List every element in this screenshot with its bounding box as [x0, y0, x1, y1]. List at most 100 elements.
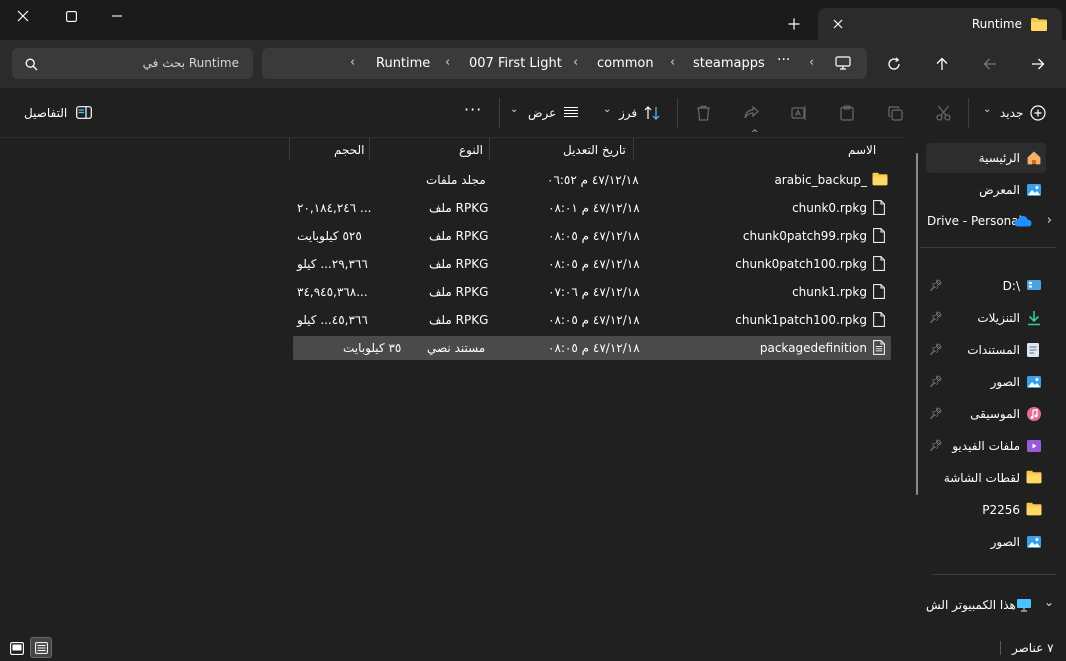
nav-item-gallery[interactable]: المعرض	[926, 175, 1046, 205]
nav-item-music[interactable]: 📌︎ الموسيقى	[926, 399, 1046, 429]
breadcrumb-item[interactable]: 007 First Light	[469, 56, 562, 71]
column-divider[interactable]	[633, 137, 634, 161]
nav-divider	[932, 574, 1056, 575]
file-type: ملف RPKG	[429, 257, 489, 271]
refresh-icon	[888, 57, 900, 70]
pictures-icon	[1026, 374, 1042, 390]
delete-button[interactable]	[692, 102, 714, 124]
search-icon	[24, 57, 38, 71]
chevron-down-icon[interactable]: ⌄	[1044, 595, 1054, 609]
minimize-icon	[112, 15, 122, 17]
details-button[interactable]: التفاصيل	[24, 106, 67, 120]
file-size: ٢٠,١٨٤,٢٤٦ ...	[297, 201, 372, 215]
nav-label: الصور	[990, 535, 1020, 549]
table-row[interactable]: ٣٤,٩٤٥,٣٦٨... ملف RPKG ٤٧/١٢/١٨ م ٠٧:٠٦ …	[293, 280, 891, 304]
table-row-selected[interactable]: ٣٥ كيلوبايت مستند نصي ٤٧/١٢/١٨ م ٠٨:٠٥ p…	[293, 336, 891, 360]
address-bar[interactable]: ‹ Runtime ‹ 007 First Light ‹ common ‹ s…	[262, 48, 867, 79]
file-name: arabic_backup_	[774, 173, 867, 187]
share-button[interactable]	[740, 102, 762, 124]
column-header-name[interactable]: الاسم	[848, 143, 876, 157]
search-box[interactable]: بحث في Runtime	[12, 48, 253, 79]
nav-item-pictures[interactable]: 📌︎ الصور	[926, 367, 1046, 397]
arrow-up-icon	[936, 57, 948, 70]
nav-label: Drive - Personal	[927, 214, 1022, 228]
forward-button[interactable]	[978, 54, 1002, 74]
more-breadcrumbs-icon[interactable]: ···	[777, 52, 790, 68]
table-row[interactable]: ٤٥,٣٦٦... كيلو ملف RPKG ٤٧/١٢/١٨ م ٠٨:٠٥…	[293, 308, 891, 332]
chevron-left-icon: ‹	[445, 55, 451, 70]
breadcrumb-item[interactable]: common	[597, 56, 654, 71]
navigation-pane: الرئيسية المعرض Drive - Personal › 📌︎ D:…	[906, 137, 1066, 635]
file-date: ٤٧/١٢/١٨ م ٠٦:٥٢	[547, 173, 639, 187]
file-size: ٥٢٥ كيلوبايت	[297, 229, 362, 243]
add-circle-icon	[1029, 104, 1047, 122]
nav-item-home[interactable]: الرئيسية	[926, 143, 1046, 173]
file-name: chunk0.rpkg	[792, 201, 867, 215]
column-divider[interactable]	[289, 137, 290, 161]
nav-scrollbar[interactable]	[916, 153, 918, 495]
more-options-button[interactable]: ···	[464, 100, 482, 119]
rename-button[interactable]	[788, 102, 810, 124]
table-row[interactable]: ٢٠,١٨٤,٢٤٦ ... ملف RPKG ٤٧/١٢/١٨ م ٠٨:٠١…	[293, 196, 891, 220]
table-row[interactable]: ٥٢٥ كيلوبايت ملف RPKG ٤٧/١٢/١٨ م ٠٨:٠٥ c…	[293, 224, 891, 248]
view-button[interactable]: ⌄ عرض	[510, 98, 590, 128]
nav-item-downloads[interactable]: 📌︎ التنزيلات	[926, 303, 1046, 333]
maximize-icon	[65, 10, 77, 22]
pin-icon: 📌︎	[929, 311, 943, 324]
new-button[interactable]: ⌄ جديد	[983, 98, 1049, 128]
nav-label: المستندات	[967, 343, 1020, 357]
chevron-right-icon[interactable]: ›	[1047, 213, 1052, 228]
paste-icon	[840, 105, 854, 121]
breadcrumb-item[interactable]: Runtime	[376, 56, 430, 71]
status-divider	[1000, 641, 1001, 655]
nav-item-pictures-2[interactable]: الصور	[926, 527, 1046, 557]
nav-item-this-pc[interactable]: هذا الكمبيوتر الش ⌄	[906, 591, 1066, 621]
sort-label: فرز	[619, 106, 638, 120]
minimize-window-button[interactable]	[102, 6, 132, 26]
column-header-size[interactable]: الحجم	[334, 143, 364, 157]
search-placeholder: بحث في Runtime	[142, 56, 239, 70]
monitor-icon[interactable]	[834, 55, 852, 71]
breadcrumb-item[interactable]: steamapps	[693, 56, 765, 71]
file-size: ٣٤,٩٤٥,٣٦٨...	[297, 285, 368, 299]
column-divider[interactable]	[369, 137, 370, 161]
column-header-date[interactable]: تاريخ التعديل	[563, 143, 626, 157]
nav-item-p2256[interactable]: P2256	[926, 495, 1046, 525]
copy-button[interactable]	[884, 102, 906, 124]
chevron-down-icon: ⌄	[603, 104, 612, 115]
chevron-left-icon: ‹	[573, 55, 579, 70]
pin-icon: 📌︎	[929, 279, 943, 292]
file-icon	[873, 256, 887, 272]
tab-runtime[interactable]: Runtime	[818, 8, 1062, 40]
nav-label: D:\	[1002, 279, 1020, 293]
close-window-button[interactable]	[8, 6, 38, 26]
sort-button[interactable]: ⌄ فرز	[603, 98, 667, 128]
nav-item-drive-d[interactable]: 📌︎ D:\	[926, 271, 1046, 301]
cut-button[interactable]	[932, 102, 954, 124]
sort-ascending-icon: ^	[751, 129, 759, 139]
chevron-left-icon[interactable]: ‹	[809, 55, 814, 70]
file-date: ٤٧/١٢/١٨ م ٠٨:٠٥	[548, 341, 640, 355]
column-header-type[interactable]: النوع	[459, 143, 483, 157]
paste-button[interactable]	[836, 102, 858, 124]
copy-icon	[887, 105, 903, 121]
details-pane-icon[interactable]	[75, 104, 93, 120]
refresh-button[interactable]	[882, 54, 906, 74]
up-button[interactable]	[930, 54, 954, 74]
file-date: ٤٧/١٢/١٨ م ٠٨:٠٥	[548, 313, 640, 327]
nav-item-documents[interactable]: 📌︎ المستندات	[926, 335, 1046, 365]
back-button[interactable]	[1026, 54, 1050, 74]
column-divider[interactable]	[489, 137, 490, 161]
list-view-toggle[interactable]	[30, 637, 52, 658]
maximize-window-button[interactable]	[56, 6, 86, 26]
nav-item-videos[interactable]: 📌︎ ملفات الفيديو	[926, 431, 1046, 461]
table-row[interactable]: مجلد ملفات ٤٧/١٢/١٨ م ٠٦:٥٢ arabic_backu…	[293, 168, 891, 192]
nav-item-onedrive[interactable]: Drive - Personal ›	[906, 207, 1066, 237]
text-file-icon	[873, 340, 887, 356]
table-row[interactable]: ٢٩,٣٦٦... كيلو ملف RPKG ٤٧/١٢/١٨ م ٠٨:٠٥…	[293, 252, 891, 276]
new-tab-button[interactable]	[782, 12, 806, 36]
toolbar-divider	[968, 98, 969, 128]
nav-item-screenshots[interactable]: لقطات الشاشة	[926, 463, 1046, 493]
details-view-toggle[interactable]	[7, 639, 27, 657]
close-tab-button[interactable]	[828, 14, 848, 34]
